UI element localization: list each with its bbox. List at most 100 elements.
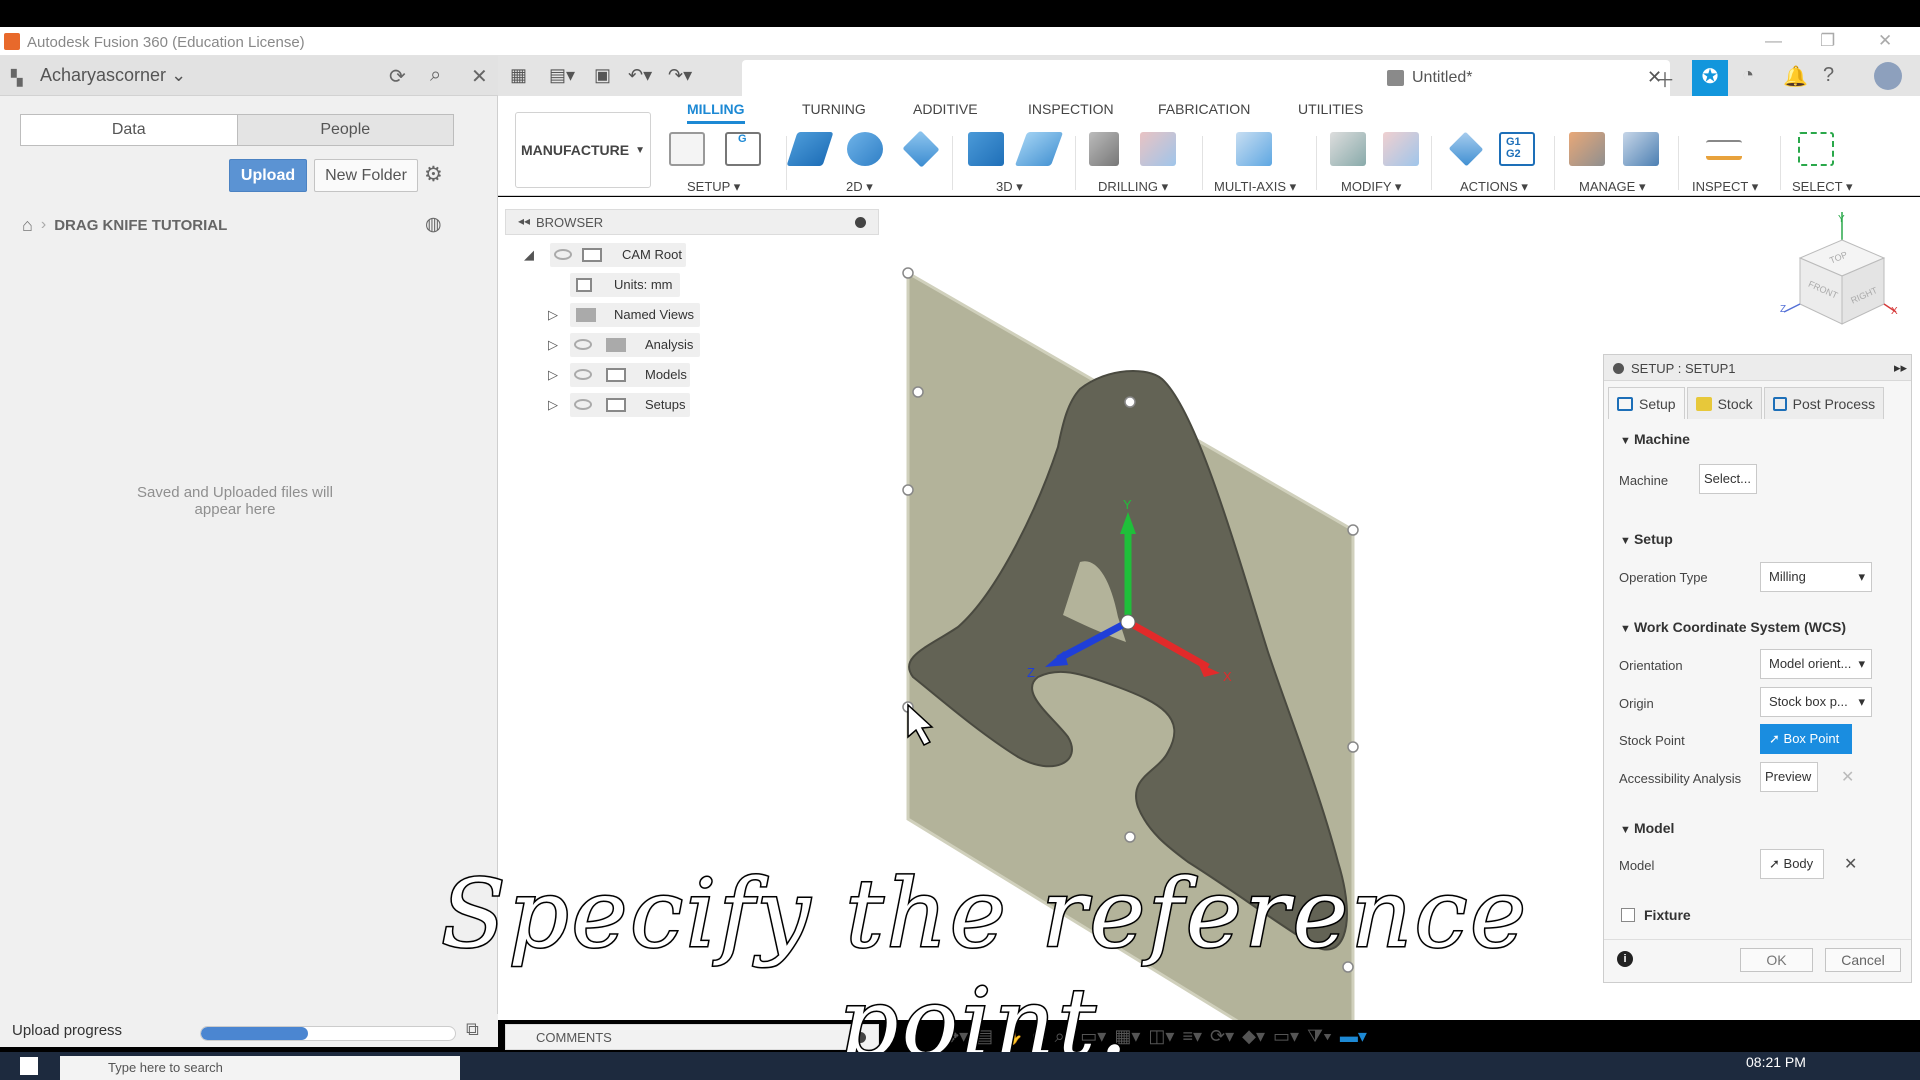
accessibility-preview-button[interactable]: Preview bbox=[1760, 762, 1818, 792]
section-setup[interactable]: Setup bbox=[1620, 531, 1673, 547]
tab-setup[interactable]: Setup bbox=[1608, 387, 1685, 419]
tab-inspection[interactable]: INSPECTION bbox=[1028, 101, 1114, 117]
tab-utilities[interactable]: UTILITIES bbox=[1298, 101, 1363, 117]
expand-triangle-icon[interactable]: ▷ bbox=[548, 363, 558, 387]
file-menu-icon[interactable]: ▤▾ bbox=[549, 65, 575, 86]
redo-icon[interactable]: ↷▾ bbox=[668, 65, 692, 86]
group-manage[interactable]: MANAGE ▾ bbox=[1579, 179, 1645, 195]
tool-library-icon[interactable] bbox=[1569, 132, 1605, 166]
group-select[interactable]: SELECT ▾ bbox=[1792, 179, 1852, 195]
minimize-icon[interactable]: — bbox=[1765, 31, 1782, 51]
extensions-icon[interactable]: ✪ bbox=[1692, 60, 1728, 96]
2d-pocket-icon[interactable] bbox=[847, 132, 883, 166]
new-folder-button[interactable]: New Folder bbox=[314, 159, 418, 192]
group-multi-axis[interactable]: MULTI-AXIS ▾ bbox=[1214, 179, 1296, 195]
model-selection-button[interactable]: ➚ Body bbox=[1760, 849, 1824, 879]
visibility-eye-icon[interactable] bbox=[574, 399, 592, 410]
visibility-eye-icon[interactable] bbox=[574, 339, 592, 350]
tab-additive[interactable]: ADDITIVE bbox=[913, 101, 978, 117]
2d-contour-icon[interactable] bbox=[902, 130, 940, 168]
home-icon[interactable]: ⌂ bbox=[22, 215, 33, 236]
search-icon[interactable]: ⌕ bbox=[430, 64, 441, 87]
group-drilling[interactable]: DRILLING ▾ bbox=[1098, 179, 1168, 195]
setup-folder-icon[interactable] bbox=[669, 132, 705, 166]
tab-post-process[interactable]: Post Process bbox=[1763, 387, 1885, 419]
job-status-icon[interactable]: ◔ bbox=[1742, 64, 1754, 87]
post-process-icon[interactable]: G1 G2 bbox=[1499, 132, 1535, 166]
collapse-triangle-icon[interactable]: ◢ bbox=[524, 243, 534, 267]
expand-triangle-icon[interactable]: ▷ bbox=[548, 333, 558, 357]
close-panel-icon[interactable]: ✕ bbox=[471, 64, 488, 89]
3d-pocket-icon[interactable] bbox=[1014, 132, 1064, 166]
multi-axis-icon[interactable] bbox=[1236, 132, 1272, 166]
expand-triangle-icon[interactable]: ▷ bbox=[548, 303, 558, 327]
tab-data[interactable]: Data bbox=[21, 115, 237, 145]
document-tab[interactable]: Untitled* ✕ bbox=[742, 60, 1670, 96]
globe-icon[interactable]: ◍ bbox=[425, 213, 442, 236]
select-window-icon[interactable] bbox=[1798, 132, 1834, 166]
delete-toolpath-icon[interactable] bbox=[1383, 132, 1419, 166]
taskbar-clock[interactable]: 08:21 PM bbox=[1746, 1054, 1806, 1070]
3d-adaptive-icon[interactable] bbox=[968, 132, 1004, 166]
operation-type-select[interactable]: Milling bbox=[1760, 562, 1872, 592]
notification-bell-icon[interactable]: 🔔 bbox=[1783, 64, 1808, 89]
section-model[interactable]: Model bbox=[1620, 820, 1674, 836]
tab-people[interactable]: People bbox=[236, 115, 453, 145]
tab-milling[interactable]: MILLING bbox=[687, 101, 745, 124]
modify-icon[interactable] bbox=[1330, 132, 1366, 166]
dialog-pin-icon[interactable] bbox=[1613, 363, 1624, 374]
origin-select[interactable]: Stock box p... bbox=[1760, 687, 1872, 717]
simulate-icon[interactable] bbox=[1448, 131, 1484, 167]
app-grid-icon[interactable]: ▦ bbox=[510, 65, 527, 86]
viewcube[interactable]: Y TOP FRONT RIGHT Z X bbox=[1780, 212, 1900, 332]
machine-select-button[interactable]: Select... bbox=[1699, 464, 1757, 494]
2d-adaptive-icon[interactable] bbox=[786, 132, 834, 166]
section-machine[interactable]: Machine bbox=[1620, 431, 1690, 447]
orientation-select[interactable]: Model orient... bbox=[1760, 649, 1872, 679]
workspace-switcher[interactable]: MANUFACTURE ▼ bbox=[515, 112, 651, 188]
clear-model-icon[interactable]: ✕ bbox=[1844, 854, 1857, 874]
restore-icon[interactable]: ❐ bbox=[1820, 31, 1835, 51]
group-setup[interactable]: SETUP ▾ bbox=[687, 179, 740, 195]
help-icon[interactable]: ? bbox=[1823, 64, 1834, 87]
collapse-browser-icon[interactable]: ◂◂ bbox=[518, 214, 530, 228]
group-inspect[interactable]: INSPECT ▾ bbox=[1692, 179, 1758, 195]
tab-fabrication[interactable]: FABRICATION bbox=[1158, 101, 1250, 117]
setup-sheet-icon[interactable]: G bbox=[725, 132, 761, 166]
section-wcs[interactable]: Work Coordinate System (WCS) bbox=[1620, 619, 1846, 635]
visibility-eye-icon[interactable] bbox=[574, 369, 592, 380]
group-actions[interactable]: ACTIONS ▾ bbox=[1460, 179, 1528, 195]
cancel-button[interactable]: Cancel bbox=[1825, 948, 1901, 972]
gear-icon[interactable]: ⚙ bbox=[424, 162, 443, 187]
team-icon[interactable]: ▚ bbox=[11, 69, 23, 87]
close-window-icon[interactable]: ✕ bbox=[1878, 31, 1892, 51]
thread-icon[interactable] bbox=[1140, 132, 1176, 166]
team-selector[interactable]: Acharyascorner ⌄ bbox=[40, 65, 186, 86]
stock-point-button[interactable]: ➚ Box Point bbox=[1760, 724, 1852, 754]
machine-library-icon[interactable] bbox=[1623, 132, 1659, 166]
browser-pin-icon[interactable] bbox=[855, 217, 866, 228]
drill-icon[interactable] bbox=[1089, 132, 1119, 166]
taskbar-search-box[interactable]: Type here to search bbox=[60, 1056, 460, 1080]
expand-dialog-icon[interactable]: ▸▸ bbox=[1894, 360, 1907, 376]
avatar[interactable] bbox=[1874, 62, 1902, 90]
windows-start-icon[interactable] bbox=[20, 1057, 38, 1075]
ok-button[interactable]: OK bbox=[1740, 948, 1813, 972]
new-tab-icon[interactable]: ＋ bbox=[1655, 64, 1675, 93]
group-2d[interactable]: 2D ▾ bbox=[846, 179, 873, 195]
upload-button[interactable]: Upload bbox=[229, 159, 307, 192]
refresh-icon[interactable]: ⟳ bbox=[389, 64, 406, 89]
visibility-eye-icon[interactable] bbox=[554, 249, 572, 260]
save-icon[interactable]: ▣ bbox=[594, 65, 611, 86]
group-3d[interactable]: 3D ▾ bbox=[996, 179, 1023, 195]
tab-turning[interactable]: TURNING bbox=[802, 101, 866, 117]
browser-panel-header[interactable]: ◂◂ BROWSER bbox=[505, 209, 879, 235]
undo-icon[interactable]: ↶▾ bbox=[628, 65, 652, 86]
setup-dialog-header[interactable]: SETUP : SETUP1 ▸▸ bbox=[1604, 355, 1911, 381]
clear-icon[interactable]: ✕ bbox=[1841, 767, 1854, 787]
breadcrumb-project[interactable]: DRAG KNIFE TUTORIAL bbox=[54, 217, 227, 234]
measure-icon[interactable] bbox=[1706, 140, 1742, 160]
tab-stock[interactable]: Stock bbox=[1686, 387, 1762, 419]
expand-triangle-icon[interactable]: ▷ bbox=[548, 393, 558, 417]
group-modify[interactable]: MODIFY ▾ bbox=[1341, 179, 1401, 195]
